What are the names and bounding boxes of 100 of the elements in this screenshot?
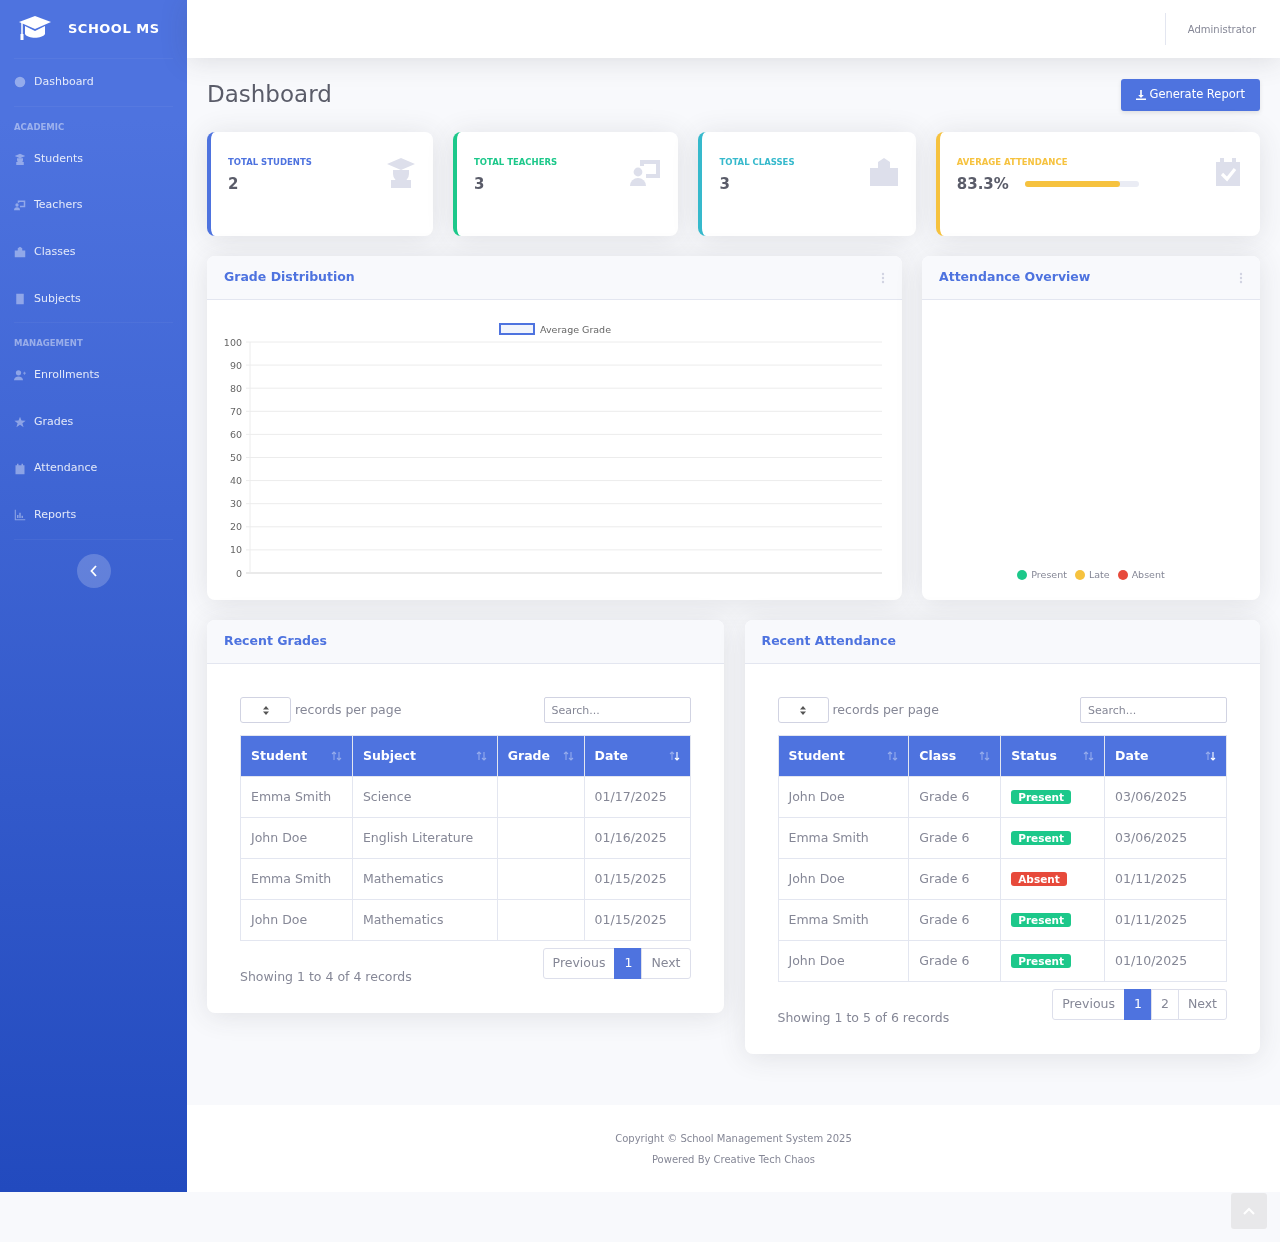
nav-link[interactable]: Attendance <box>14 445 173 492</box>
calendar-icon <box>14 462 26 475</box>
column-header[interactable]: Class <box>919 746 957 766</box>
sidebar-toggle-button[interactable] <box>76 553 111 588</box>
sort-icon[interactable] <box>668 751 680 761</box>
stat-value: 83.3% <box>956 173 1009 195</box>
sort-icon[interactable] <box>979 751 991 761</box>
select-arrows-icon <box>262 705 269 715</box>
legend-label[interactable]: Absent <box>1131 567 1165 582</box>
status-badge: Present <box>1011 912 1072 927</box>
table-cell: 01/11/2025 <box>1115 911 1188 927</box>
length-label: records per page <box>295 700 402 719</box>
nav-link[interactable]: Grades <box>14 398 173 446</box>
school-icon <box>14 246 26 259</box>
user-name[interactable]: Administrator <box>1164 13 1280 45</box>
axis-tick-label: 50 <box>229 452 242 463</box>
stat-label: TOTAL CLASSES <box>719 156 795 169</box>
select-arrows-icon <box>800 705 806 715</box>
brand-name[interactable]: SCHOOL MS <box>68 19 160 39</box>
legend-swatch[interactable] <box>499 323 535 335</box>
stat-value: 2 <box>228 173 239 195</box>
table-cell: English Literature <box>362 829 474 845</box>
table-cell: Emma Smith <box>788 911 869 927</box>
table-cell: John Doe <box>788 952 845 968</box>
generate-report-button[interactable]: Generate Report <box>1120 79 1260 111</box>
table-cell: Mathematics <box>362 911 444 927</box>
table-info: Showing 1 to 5 of 6 records <box>777 1009 950 1027</box>
section-heading: MANAGEMENT <box>14 338 83 349</box>
table-cell: Mathematics <box>362 870 444 886</box>
pagination-link[interactable]: Next <box>1177 989 1227 1020</box>
more-options-icon[interactable] <box>1239 271 1243 284</box>
sort-icon[interactable] <box>330 751 342 761</box>
length-label: records per page <box>832 700 939 719</box>
sort-icon[interactable] <box>1083 751 1095 761</box>
legend-label[interactable]: Present <box>1031 567 1067 582</box>
table-cell: 01/11/2025 <box>1115 870 1188 886</box>
legend-label[interactable]: Late <box>1088 567 1110 582</box>
table-cell: John Doe <box>251 911 308 927</box>
status-badge: Present <box>1011 953 1072 968</box>
chevron-left-icon <box>89 564 98 577</box>
stat-label: AVERAGE ATTENDANCE <box>956 156 1069 169</box>
footer-text: Copyright © School Management System 2025 <box>615 1131 852 1146</box>
nav-link[interactable]: Students <box>14 135 173 183</box>
table-cell: Grade 6 <box>919 788 970 804</box>
page-length-select[interactable] <box>777 697 829 723</box>
axis-tick-label: 90 <box>229 359 242 371</box>
nav-link[interactable]: Subjects <box>14 275 173 323</box>
axis-tick-label: 30 <box>229 498 242 510</box>
table-cell: 01/16/2025 <box>594 829 667 845</box>
axis-tick-label: 70 <box>229 405 242 417</box>
table-cell: Emma Smith <box>251 788 332 804</box>
table-cell: 01/15/2025 <box>594 911 667 927</box>
column-header[interactable]: Date <box>1115 746 1149 766</box>
stat-label: TOTAL STUDENTS <box>228 156 312 169</box>
status-badge: Present <box>1011 830 1072 845</box>
table-info: Showing 1 to 4 of 4 records <box>240 968 412 986</box>
axis-tick-label: 0 <box>235 567 242 579</box>
table-cell: John Doe <box>788 788 845 804</box>
pagination-link[interactable]: Next <box>641 948 691 979</box>
sort-icon[interactable] <box>1205 751 1216 761</box>
table-cell: Science <box>362 788 412 804</box>
nav-link[interactable]: Reports <box>14 492 173 539</box>
pagination-link[interactable]: Previous <box>1052 989 1125 1020</box>
more-options-icon[interactable] <box>881 271 885 284</box>
student-icon <box>14 152 26 165</box>
star-icon <box>14 415 26 428</box>
card-title: Grade Distribution <box>224 268 355 287</box>
sort-icon[interactable] <box>562 751 574 761</box>
stat-label: TOTAL TEACHERS <box>474 156 558 169</box>
nav-link[interactable]: Classes <box>14 228 173 276</box>
status-badge: Present <box>1011 789 1072 804</box>
sort-icon[interactable] <box>475 751 487 761</box>
search-field[interactable]: Search... <box>543 697 691 723</box>
table-cell: John Doe <box>251 829 308 845</box>
sort-icon[interactable] <box>887 751 899 761</box>
table-cell: 03/06/2025 <box>1115 829 1188 845</box>
table-cell: Emma Smith <box>788 829 869 845</box>
table-cell: 01/17/2025 <box>594 788 667 804</box>
table-cell: Grade 6 <box>919 829 970 845</box>
pagination-link[interactable]: 1 <box>614 948 643 979</box>
nav-link[interactable]: Enrollments <box>14 351 173 399</box>
download-icon <box>1135 90 1146 100</box>
pagination-link[interactable]: Previous <box>542 948 616 979</box>
column-header[interactable]: Subject <box>362 746 416 766</box>
stat-value: 3 <box>474 173 485 195</box>
teacher-icon <box>14 199 26 212</box>
legend-label[interactable]: Average Grade <box>540 323 611 335</box>
page-length-select[interactable] <box>240 697 291 723</box>
search-field[interactable]: Search... <box>1080 697 1227 723</box>
pagination-link[interactable]: 2 <box>1150 989 1179 1020</box>
table-cell: Grade 6 <box>919 952 970 968</box>
nav-link[interactable]: Dashboard <box>14 59 173 106</box>
axis-tick-label: 20 <box>229 521 242 533</box>
table-cell: Emma Smith <box>251 870 332 886</box>
status-badge: Absent <box>1011 871 1067 886</box>
column-header[interactable]: Date <box>594 746 628 766</box>
pagination-link[interactable]: 1 <box>1123 989 1152 1020</box>
axis-tick-label: 10 <box>229 544 242 556</box>
nav-link[interactable]: Teachers <box>14 182 173 229</box>
card-title: Attendance Overview <box>939 268 1091 287</box>
